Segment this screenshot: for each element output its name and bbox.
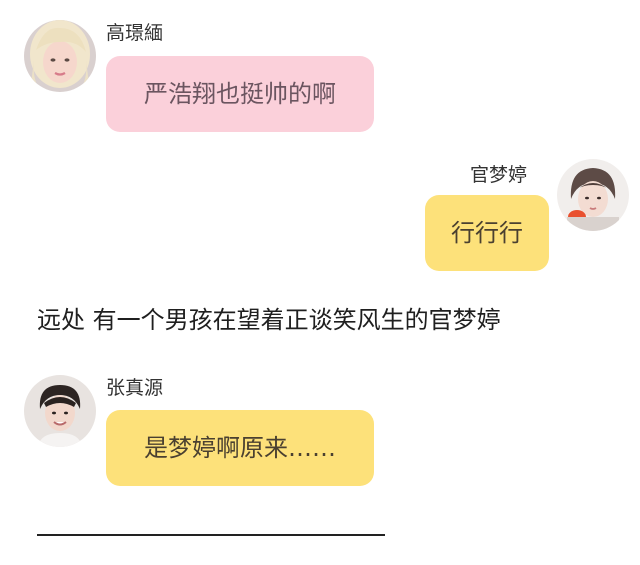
- girl-blonde-avatar-icon: [24, 20, 96, 92]
- chat-story-screen: 高璟緬 严浩翔也挺帅的啊 官梦婷 行行行 远处 有一个男孩在望着正谈笑风生的官梦…: [0, 0, 640, 565]
- divider-line: [37, 534, 385, 536]
- sender-name: 官梦婷: [470, 164, 528, 186]
- message-bubble[interactable]: 行行行: [425, 195, 549, 271]
- avatar-gaojingmian[interactable]: [24, 20, 96, 92]
- narration-text: 远处 有一个男孩在望着正谈笑风生的官梦婷: [37, 306, 501, 334]
- avatar-zhangzhenyuan[interactable]: [24, 375, 96, 447]
- sender-name: 高璟緬: [106, 22, 164, 44]
- avatar-guanmengting[interactable]: [557, 159, 629, 231]
- sender-name: 张真源: [106, 377, 164, 399]
- message-bubble[interactable]: 严浩翔也挺帅的啊: [106, 56, 374, 132]
- girl-short-hair-avatar-icon: [557, 159, 629, 231]
- message-bubble[interactable]: 是梦婷啊原来……: [106, 410, 374, 486]
- boy-avatar-icon: [24, 375, 96, 447]
